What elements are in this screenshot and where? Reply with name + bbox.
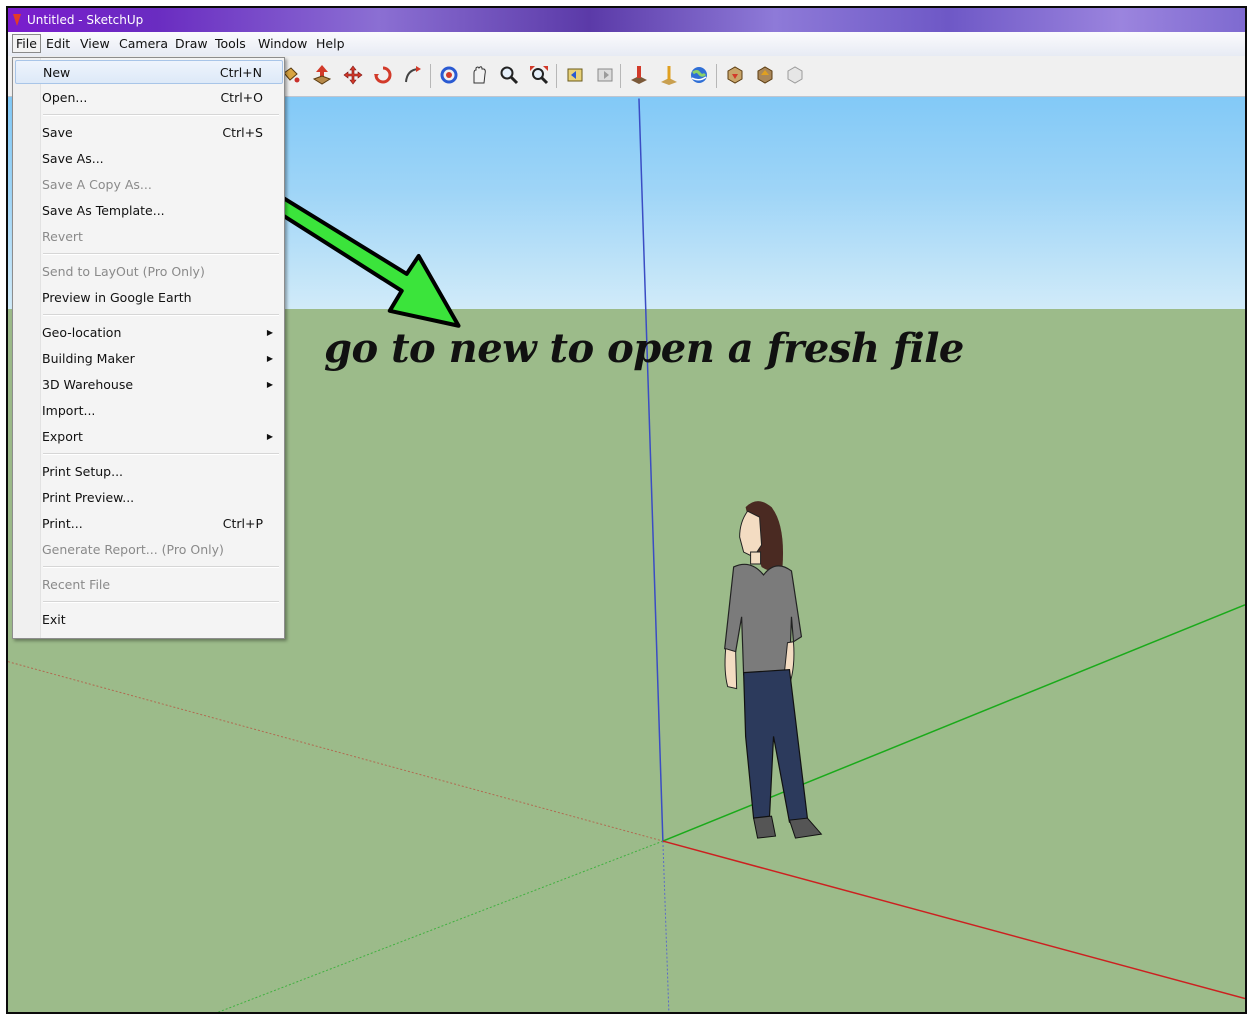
file-menu-recent-file[interactable]: Recent File bbox=[15, 573, 283, 597]
annotation-caption: go to new to open a fresh file bbox=[324, 325, 964, 372]
preview-google-earth-icon[interactable] bbox=[688, 64, 710, 86]
menu-draw[interactable]: Draw bbox=[172, 35, 211, 52]
file-menu-geo-location[interactable]: Geo-location ▶ bbox=[15, 321, 283, 345]
application-window: Untitled - SketchUp File Edit View Camer… bbox=[6, 6, 1247, 1014]
file-menu-building-maker[interactable]: Building Maker ▶ bbox=[15, 347, 283, 371]
file-menu-save[interactable]: Save Ctrl+S bbox=[15, 121, 283, 145]
rotate-icon[interactable] bbox=[372, 64, 394, 86]
file-menu-print-setup[interactable]: Print Setup... bbox=[15, 460, 283, 484]
scale-figure bbox=[724, 501, 823, 839]
push-pull-icon[interactable] bbox=[311, 64, 333, 86]
menu-help[interactable]: Help bbox=[313, 35, 348, 52]
submenu-arrow-icon: ▶ bbox=[266, 328, 273, 337]
menu-separator bbox=[43, 314, 279, 316]
file-menu-save-as-template[interactable]: Save As Template... bbox=[15, 199, 283, 223]
file-menu-open[interactable]: Open... Ctrl+O bbox=[15, 86, 283, 110]
file-menu-print[interactable]: Print... Ctrl+P bbox=[15, 512, 283, 536]
menu-camera[interactable]: Camera bbox=[116, 35, 171, 52]
red-axis bbox=[662, 840, 1245, 1000]
file-menu-new[interactable]: New Ctrl+N bbox=[15, 60, 283, 84]
menu-separator bbox=[43, 114, 279, 116]
get-models-icon[interactable] bbox=[724, 64, 746, 86]
menu-edit[interactable]: Edit bbox=[43, 35, 73, 52]
green-arrow bbox=[263, 192, 461, 328]
file-menu-import[interactable]: Import... bbox=[15, 399, 283, 423]
submenu-arrow-icon: ▶ bbox=[266, 432, 273, 441]
menu-separator bbox=[43, 566, 279, 568]
file-menu-3d-warehouse[interactable]: 3D Warehouse ▶ bbox=[15, 373, 283, 397]
file-menu-print-preview[interactable]: Print Preview... bbox=[15, 486, 283, 510]
menu-separator bbox=[43, 253, 279, 255]
menu-separator bbox=[43, 453, 279, 455]
add-location-icon[interactable] bbox=[628, 64, 650, 86]
move-icon[interactable] bbox=[342, 64, 364, 86]
toggle-terrain-icon[interactable] bbox=[658, 64, 680, 86]
file-menu-exit[interactable]: Exit bbox=[15, 608, 283, 632]
zoom-extents-icon[interactable] bbox=[528, 64, 550, 86]
blue-axis bbox=[638, 98, 664, 842]
next-view-icon[interactable] bbox=[594, 64, 616, 86]
file-menu-generate-report[interactable]: Generate Report... (Pro Only) bbox=[15, 538, 283, 562]
previous-view-icon[interactable] bbox=[564, 64, 586, 86]
zoom-icon[interactable] bbox=[498, 64, 520, 86]
file-menu-save-as[interactable]: Save As... bbox=[15, 147, 283, 171]
file-menu-export[interactable]: Export ▶ bbox=[15, 425, 283, 449]
file-menu-preview-google-earth[interactable]: Preview in Google Earth bbox=[15, 286, 283, 310]
red-axis-negative bbox=[8, 661, 664, 842]
menu-file[interactable]: File bbox=[12, 34, 41, 53]
green-axis-negative bbox=[217, 840, 664, 1012]
file-menu-send-to-layout[interactable]: Send to LayOut (Pro Only) bbox=[15, 260, 283, 284]
file-menu-revert[interactable]: Revert bbox=[15, 225, 283, 249]
submenu-arrow-icon: ▶ bbox=[266, 380, 273, 389]
sketchup-logo-icon bbox=[13, 14, 21, 26]
share-component-icon[interactable] bbox=[784, 64, 806, 86]
menu-tools[interactable]: Tools bbox=[212, 35, 249, 52]
file-menu-dropdown: New Ctrl+N Open... Ctrl+O Save Ctrl+S Sa… bbox=[12, 57, 285, 639]
menu-window[interactable]: Window bbox=[255, 35, 310, 52]
pan-icon[interactable] bbox=[468, 64, 490, 86]
submenu-arrow-icon: ▶ bbox=[266, 354, 273, 363]
menu-view[interactable]: View bbox=[77, 35, 113, 52]
follow-me-icon[interactable] bbox=[402, 64, 424, 86]
orbit-icon[interactable] bbox=[438, 64, 460, 86]
title-bar: Untitled - SketchUp bbox=[8, 8, 1245, 32]
menu-separator bbox=[43, 601, 279, 603]
share-model-icon[interactable] bbox=[754, 64, 776, 86]
window-title: Untitled - SketchUp bbox=[27, 13, 144, 27]
blue-axis-negative bbox=[662, 841, 670, 1012]
file-menu-save-copy-as[interactable]: Save A Copy As... bbox=[15, 173, 283, 197]
menu-bar: File Edit View Camera Draw Tools Window … bbox=[8, 32, 1245, 57]
